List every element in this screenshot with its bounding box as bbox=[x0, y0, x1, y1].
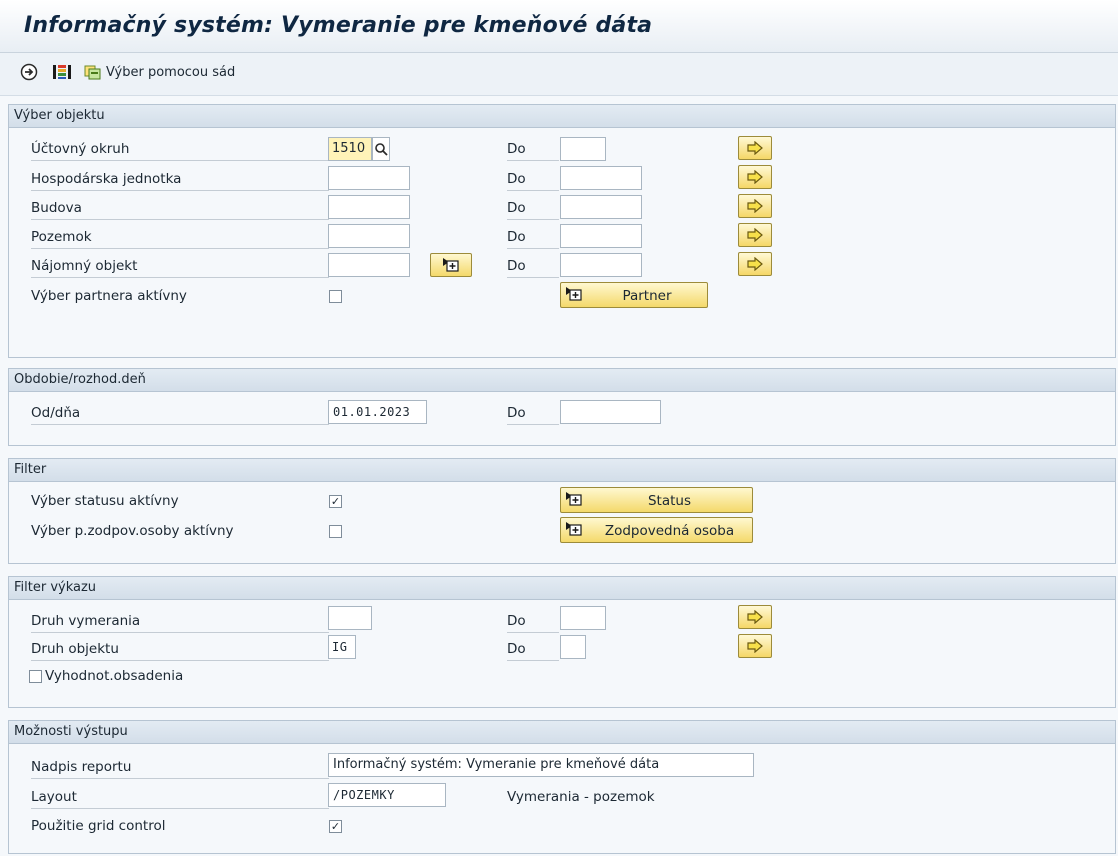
title-bar: Informačný systém: Vymeranie pre kmeňové… bbox=[0, 0, 1118, 53]
business-entity-input[interactable] bbox=[328, 166, 410, 190]
multiple-selection-building[interactable] bbox=[738, 194, 772, 218]
label-report-title: Nadpis reportu bbox=[31, 759, 329, 779]
label-to: Do bbox=[507, 641, 559, 661]
rental-object-selection-button[interactable] bbox=[430, 253, 472, 277]
label-responsible-active: Výber p.zodpov.osoby aktívny bbox=[31, 523, 234, 539]
occupancy-checkbox[interactable] bbox=[29, 670, 42, 683]
partner-button[interactable]: Partner bbox=[560, 282, 708, 308]
arrow-right-icon bbox=[747, 639, 763, 653]
multiple-selection-object-type[interactable] bbox=[738, 634, 772, 658]
checkmark-icon: ✓ bbox=[330, 495, 341, 508]
measurement-type-input[interactable] bbox=[328, 606, 372, 630]
label-to: Do bbox=[507, 229, 559, 249]
label-occupancy: Vyhodnot.obsadenia bbox=[45, 668, 184, 684]
label-object-type: Druh objektu bbox=[31, 641, 329, 661]
responsible-active-checkbox[interactable] bbox=[329, 525, 342, 538]
arrow-right-icon bbox=[747, 610, 763, 624]
company-code-to-input[interactable] bbox=[560, 137, 606, 161]
multiple-selection-property[interactable] bbox=[738, 223, 772, 247]
group-output-options: Možnosti výstupu Nadpis reportu Informač… bbox=[8, 720, 1116, 854]
property-to-input[interactable] bbox=[560, 224, 642, 248]
multiple-selection-company-code[interactable] bbox=[738, 136, 772, 160]
label-property: Pozemok bbox=[31, 229, 329, 249]
label-measurement-type: Druh vymerania bbox=[31, 613, 329, 633]
arrow-right-icon bbox=[747, 257, 763, 271]
property-input[interactable] bbox=[328, 224, 410, 248]
building-to-input[interactable] bbox=[560, 195, 642, 219]
status-active-checkbox[interactable]: ✓ bbox=[329, 495, 342, 508]
label-status-active: Výber statusu aktívny bbox=[31, 493, 179, 509]
group-period: Obdobie/rozhod.deň Od/dňa 01.01.2023 Do bbox=[8, 368, 1116, 446]
execute-button[interactable] bbox=[20, 63, 38, 81]
layout-description: Vymerania - pozemok bbox=[507, 789, 655, 805]
variant-icon bbox=[84, 65, 101, 80]
group-header: Obdobie/rozhod.deň bbox=[9, 369, 1115, 392]
group-object-selection: Výber objektu Účtovný okruh 1510 Do Hosp… bbox=[8, 104, 1116, 358]
search-icon bbox=[375, 143, 388, 156]
multiple-selection-measurement-type[interactable] bbox=[738, 605, 772, 629]
label-to: Do bbox=[507, 613, 559, 633]
measurement-type-to-input[interactable] bbox=[560, 606, 606, 630]
selection-options-icon bbox=[566, 522, 582, 536]
label-building: Budova bbox=[31, 200, 329, 220]
business-entity-to-input[interactable] bbox=[560, 166, 642, 190]
label-business-entity: Hospodárska jednotka bbox=[31, 171, 329, 191]
group-filter: Filter Výber statusu aktívny ✓ Status Vý… bbox=[8, 458, 1116, 564]
label-to: Do bbox=[507, 258, 559, 278]
group-header: Výber objektu bbox=[9, 105, 1115, 128]
arrow-right-icon bbox=[747, 228, 763, 242]
label-from-date: Od/dňa bbox=[31, 405, 329, 425]
group-header: Filter bbox=[9, 459, 1115, 482]
grid-control-checkbox[interactable]: ✓ bbox=[329, 820, 342, 833]
group-report-filter: Filter výkazu Druh vymerania Do Druh obj… bbox=[8, 576, 1116, 708]
group-header: Filter výkazu bbox=[9, 577, 1115, 600]
rental-object-to-input[interactable] bbox=[560, 253, 642, 277]
selection-sets-label: Výber pomocou sád bbox=[106, 64, 236, 80]
partner-selection-checkbox[interactable] bbox=[329, 290, 342, 303]
label-grid-control: Použitie grid control bbox=[31, 818, 166, 834]
page-title: Informačný systém: Vymeranie pre kmeňové… bbox=[24, 13, 653, 38]
status-button[interactable]: Status bbox=[560, 487, 753, 513]
multiple-selection-rental-object[interactable] bbox=[738, 252, 772, 276]
layout-input[interactable]: /POZEMKY bbox=[328, 783, 446, 807]
value-help-button[interactable] bbox=[372, 137, 390, 161]
report-title-input[interactable]: Informačný systém: Vymeranie pre kmeňové… bbox=[328, 753, 754, 777]
status-button-label: Status bbox=[647, 493, 692, 509]
company-code-input[interactable]: 1510 bbox=[328, 137, 372, 161]
from-date-input[interactable]: 01.01.2023 bbox=[328, 400, 427, 424]
object-type-to-input[interactable] bbox=[560, 635, 586, 659]
to-date-input[interactable] bbox=[560, 400, 661, 424]
responsible-person-button[interactable]: Zodpovedná osoba bbox=[560, 517, 753, 543]
selection-options-icon bbox=[566, 287, 582, 301]
building-input[interactable] bbox=[328, 195, 410, 219]
label-company-code: Účtovný okruh bbox=[31, 141, 329, 161]
rental-object-input[interactable] bbox=[328, 253, 410, 277]
label-to: Do bbox=[507, 141, 559, 161]
label-rental-object: Nájomný objekt bbox=[31, 258, 329, 278]
execute-icon bbox=[20, 63, 38, 81]
selection-options-icon bbox=[566, 492, 582, 506]
responsible-person-button-label: Zodpovedná osoba bbox=[604, 523, 735, 539]
label-partner-selection: Výber partnera aktívny bbox=[31, 288, 187, 304]
label-to: Do bbox=[507, 405, 559, 425]
layout-icon bbox=[53, 65, 71, 79]
multiple-selection-business-entity[interactable] bbox=[738, 165, 772, 189]
layout-button[interactable] bbox=[52, 63, 72, 81]
application-toolbar: Výber pomocou sád bbox=[0, 53, 1118, 96]
checkmark-icon: ✓ bbox=[330, 820, 341, 833]
arrow-right-icon bbox=[747, 170, 763, 184]
selection-options-icon bbox=[443, 258, 459, 272]
arrow-right-icon bbox=[747, 199, 763, 213]
label-to: Do bbox=[507, 171, 559, 191]
label-to: Do bbox=[507, 200, 559, 220]
selection-sets-button[interactable]: Výber pomocou sád bbox=[84, 63, 235, 81]
partner-button-label: Partner bbox=[622, 288, 672, 304]
object-type-input[interactable]: IG bbox=[328, 635, 356, 659]
arrow-right-icon bbox=[747, 141, 763, 155]
group-header: Možnosti výstupu bbox=[9, 721, 1115, 744]
label-layout: Layout bbox=[31, 789, 329, 809]
